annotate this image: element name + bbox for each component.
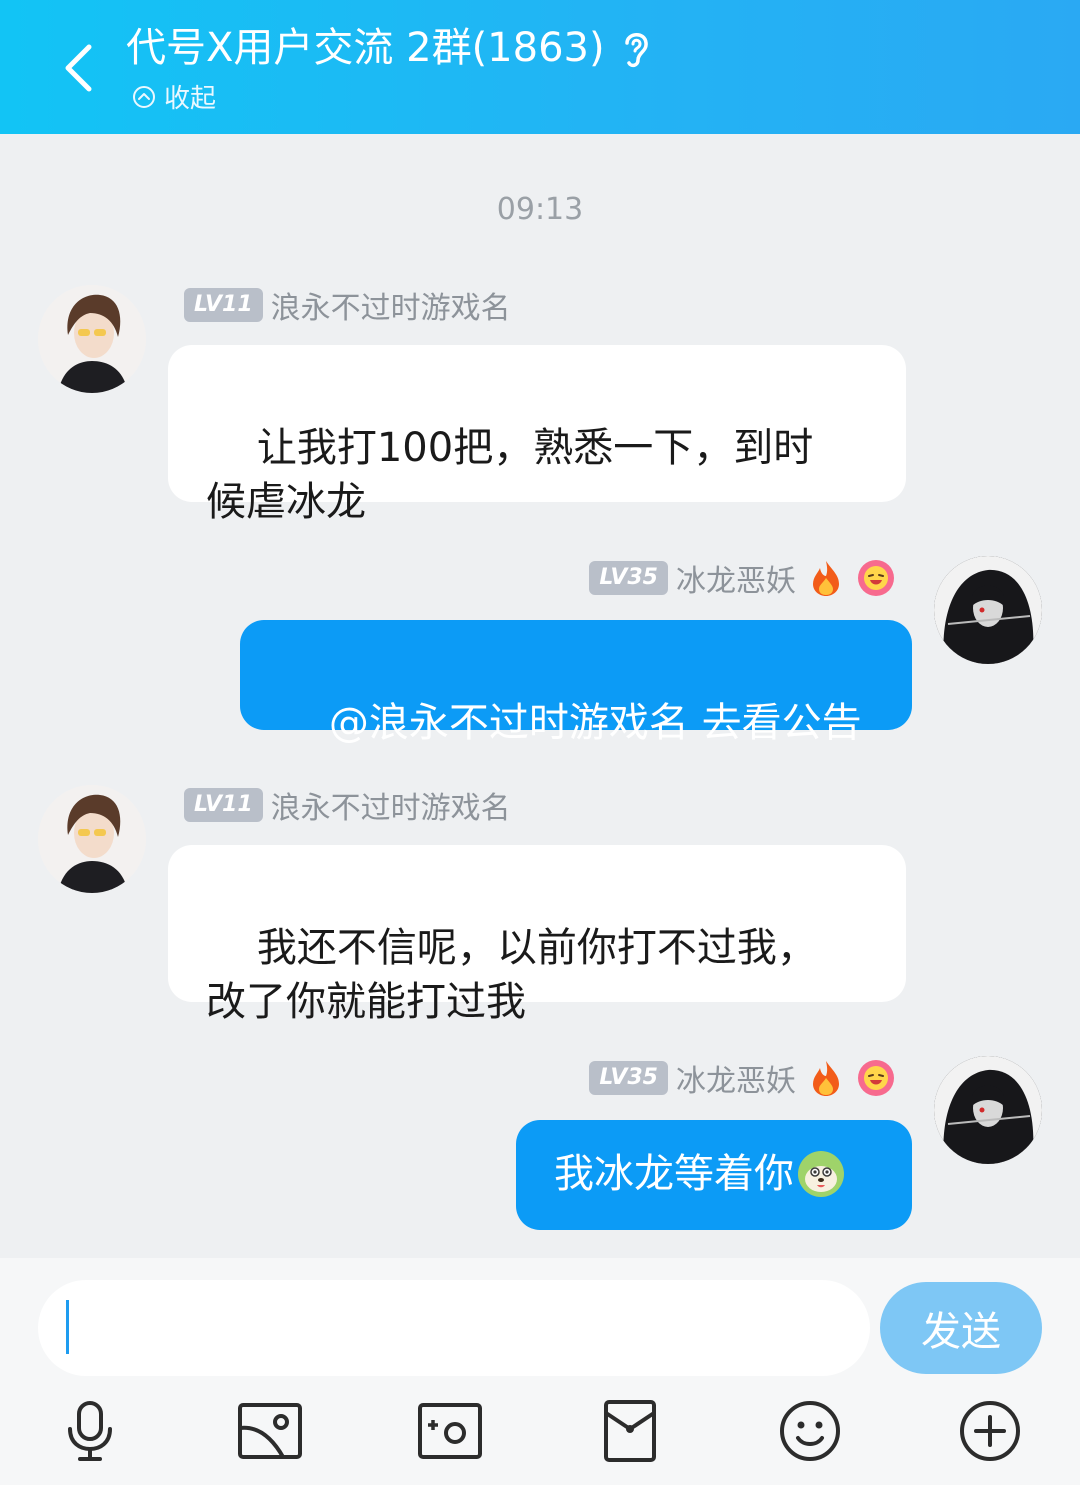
chat-title-group[interactable]: 代号X用户交流 2群(1863) (126, 22, 661, 74)
sender-name[interactable]: 冰龙恶妖 (676, 556, 796, 600)
ear-icon[interactable] (621, 24, 661, 72)
collapse-label: 收起 (164, 84, 217, 114)
collapse-up-icon (133, 85, 155, 108)
message-timestamp: 09:13 (496, 192, 584, 227)
message-text: @浪永不过时游戏名 去看公告 (328, 700, 862, 746)
chat-header: 代号X用户交流 2群(1863) 收起 (0, 0, 1080, 134)
back-button[interactable] (48, 36, 108, 100)
input-bar: 发送 (0, 1258, 1080, 1485)
level-badge: LV35 (589, 561, 668, 595)
sender-meta: LV11 浪永不过时游戏名 (184, 283, 511, 327)
send-button[interactable]: 发送 (880, 1282, 1042, 1374)
input-toolbar (0, 1396, 1080, 1466)
sender-meta: LV35 冰龙恶妖 (589, 556, 896, 600)
dog-sticker-icon (798, 1151, 844, 1197)
camera-icon[interactable] (415, 1396, 485, 1466)
sender-name[interactable]: 冰龙恶妖 (676, 1056, 796, 1100)
message-text: 我还不信呢，以前你打不过我， 改了你就能打过我 (206, 925, 817, 1025)
message-bubble[interactable]: 我冰龙等着你 (516, 1120, 912, 1230)
level-badge: LV35 (589, 1061, 668, 1095)
message-bubble[interactable]: 让我打100把，熟悉一下，到时 候虐冰龙 (168, 345, 906, 525)
sender-name[interactable]: 浪永不过时游戏名 (271, 283, 511, 327)
sender-meta: LV35 冰龙恶妖 (589, 1056, 896, 1100)
message-text: 我冰龙等着你 (554, 1151, 794, 1197)
avatar[interactable] (38, 785, 146, 893)
chevron-left-icon (65, 44, 92, 92)
text-caret (66, 1300, 69, 1354)
message-input[interactable] (38, 1280, 870, 1376)
flower-emoji-icon (856, 1058, 896, 1098)
chat-title: 代号X用户交流 2群(1863) (126, 25, 605, 71)
level-badge: LV11 (184, 788, 263, 822)
mic-icon[interactable] (55, 1396, 125, 1466)
collapse-toggle[interactable]: 收起 (132, 78, 216, 115)
sender-meta: LV11 浪永不过时游戏名 (184, 783, 511, 827)
flower-emoji-icon (856, 558, 896, 598)
emoji-icon[interactable] (775, 1396, 845, 1466)
fire-icon (806, 1058, 846, 1098)
message-bubble[interactable]: 我还不信呢，以前你打不过我， 改了你就能打过我 (168, 845, 906, 1025)
image-icon[interactable] (235, 1396, 305, 1466)
red-packet-icon[interactable] (595, 1396, 665, 1466)
avatar[interactable] (38, 285, 146, 393)
avatar[interactable] (934, 556, 1042, 664)
avatar[interactable] (934, 1056, 1042, 1164)
message-bubble[interactable]: @浪永不过时游戏名 去看公告 (240, 620, 912, 746)
fire-icon (806, 558, 846, 598)
sender-name[interactable]: 浪永不过时游戏名 (271, 783, 511, 827)
level-badge: LV11 (184, 288, 263, 322)
message-text: 让我打100把，熟悉一下，到时 候虐冰龙 (206, 425, 814, 525)
plus-icon[interactable] (955, 1396, 1025, 1466)
